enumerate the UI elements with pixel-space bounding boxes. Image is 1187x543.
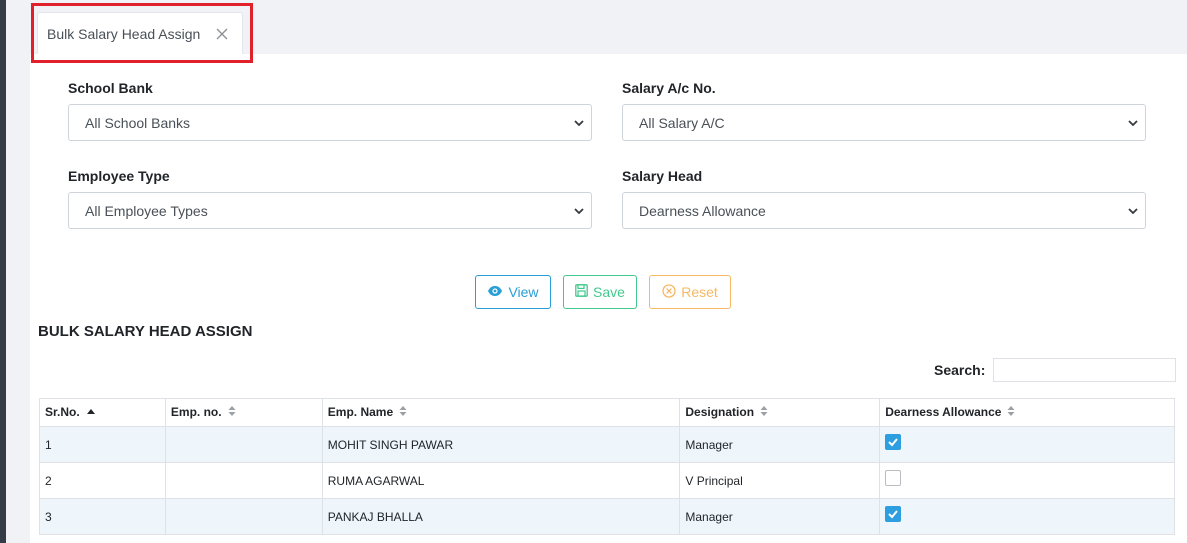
sort-ascending-icon (86, 406, 96, 420)
salary-head-select[interactable]: Dearness Allowance (622, 192, 1146, 229)
cell-emp-name: MOHIT SINGH PAWAR (321, 426, 681, 463)
cell-sr-no: 2 (39, 462, 166, 499)
view-button[interactable]: View (475, 275, 551, 309)
salary-ac-value: All Salary A/C (639, 115, 725, 131)
eye-icon (487, 284, 503, 300)
section-title: BULK SALARY HEAD ASSIGN (38, 323, 253, 340)
column-header-designation[interactable]: Designation (679, 398, 881, 427)
sort-icon (228, 405, 236, 420)
cell-designation: V Principal (679, 462, 881, 499)
column-header-label: Dearness Allowance (885, 404, 1002, 419)
column-header-emp-no[interactable]: Emp. no. (164, 398, 323, 427)
salary-ac-label: Salary A/c No. (622, 80, 716, 96)
allowance-checkbox[interactable] (885, 505, 902, 522)
employee-type-value: All Employee Types (85, 203, 208, 219)
salary-ac-select[interactable]: All Salary A/C (622, 104, 1146, 141)
cell-emp-name: RUMA AGARWAL (321, 462, 681, 499)
table-row: 3 PANKAJ BHALLA Manager (39, 498, 1175, 535)
chevron-down-icon (1127, 116, 1139, 130)
tab-highlight-box (31, 3, 253, 63)
school-bank-value: All School Banks (85, 115, 191, 131)
column-header-label: Emp. no. (170, 404, 222, 419)
table-row: 1 MOHIT SINGH PAWAR Manager (39, 426, 1175, 463)
column-header-label: Sr.No. (45, 405, 80, 420)
cell-sr-no: 1 (39, 426, 166, 463)
save-button[interactable]: Save (563, 275, 637, 309)
cell-emp-no (164, 498, 323, 535)
chevron-down-icon (573, 204, 585, 218)
chevron-down-icon (1127, 204, 1139, 218)
cell-allowance (879, 462, 1175, 499)
times-circle-icon (662, 283, 676, 301)
column-header-sr-no[interactable]: Sr.No. (39, 398, 166, 427)
search-input[interactable] (993, 358, 1176, 382)
search-label: Search: (934, 362, 986, 378)
salary-head-label: Salary Head (622, 168, 703, 184)
cell-emp-no (164, 462, 323, 499)
view-label: View (508, 284, 539, 300)
cell-sr-no: 3 (39, 498, 166, 535)
cell-designation: Manager (679, 498, 881, 535)
school-bank-label: School Bank (68, 80, 153, 96)
column-header-dearness-allowance[interactable]: Dearness Allowance (879, 398, 1175, 427)
cell-emp-name: PANKAJ BHALLA (321, 498, 681, 535)
salary-head-value: Dearness Allowance (639, 203, 766, 219)
allowance-checkbox[interactable] (885, 433, 902, 450)
reset-label: Reset (681, 284, 718, 300)
cell-allowance (879, 426, 1175, 463)
allowance-checkbox[interactable] (885, 469, 902, 486)
chevron-down-icon (573, 116, 585, 130)
floppy-disk-icon (575, 284, 588, 300)
content-gutter (6, 0, 30, 543)
cell-emp-no (164, 426, 323, 463)
school-bank-select[interactable]: All School Banks (68, 104, 592, 141)
cell-designation: Manager (679, 426, 881, 463)
column-header-label: Emp. Name (327, 404, 394, 419)
table-header-row: Sr.No. Emp. no. Emp. Name Designation De… (39, 398, 1175, 427)
sort-icon (1007, 405, 1015, 420)
reset-button[interactable]: Reset (649, 275, 731, 309)
employee-type-label: Employee Type (68, 168, 170, 184)
employee-type-select[interactable]: All Employee Types (68, 192, 592, 229)
column-header-label: Designation (685, 404, 755, 419)
cell-allowance (879, 498, 1175, 535)
save-label: Save (593, 284, 625, 300)
sort-icon (760, 405, 768, 420)
employee-table: Sr.No. Emp. no. Emp. Name Designation De… (39, 398, 1175, 535)
column-header-emp-name[interactable]: Emp. Name (321, 398, 681, 427)
sort-icon (399, 405, 407, 420)
table-row: 2 RUMA AGARWAL V Principal (39, 462, 1175, 499)
